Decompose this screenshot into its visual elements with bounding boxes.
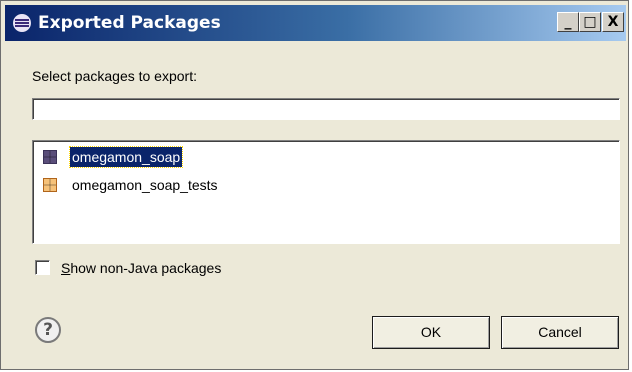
cancel-button[interactable]: Cancel	[501, 316, 619, 349]
package-list[interactable]: omegamon_soap omegamon_soap_tests	[32, 140, 620, 244]
package-label: omegamon_soap_tests	[72, 177, 218, 193]
title-bar[interactable]: Exported Packages _ □ X	[5, 5, 626, 41]
eclipse-icon	[13, 14, 31, 32]
window-title: Exported Packages	[38, 13, 221, 33]
prompt-label: Select packages to export:	[32, 68, 197, 84]
close-button[interactable]: X	[602, 12, 624, 32]
show-non-java-checkbox[interactable]	[35, 260, 50, 275]
maximize-button[interactable]: □	[579, 12, 601, 32]
filter-input[interactable]	[32, 98, 620, 120]
show-non-java-label[interactable]: Show non-Java packages	[61, 260, 221, 276]
package-label: omegamon_soap	[68, 146, 184, 168]
package-icon	[43, 178, 57, 192]
exported-packages-dialog: Exported Packages _ □ X Select packages …	[0, 0, 629, 370]
ok-button[interactable]: OK	[372, 316, 490, 349]
minimize-button[interactable]: _	[557, 12, 579, 32]
package-icon	[43, 150, 57, 164]
help-icon[interactable]: ?	[35, 317, 61, 343]
